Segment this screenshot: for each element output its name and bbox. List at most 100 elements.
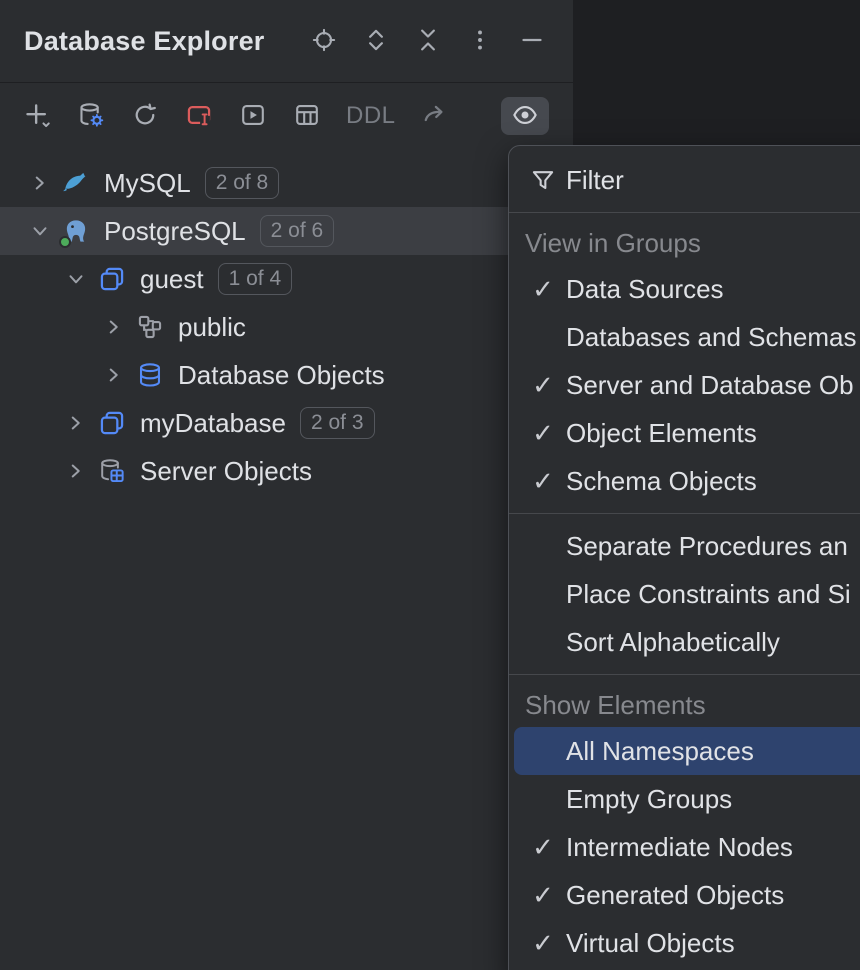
menu-item-label: Databases and Schemas [566,322,857,353]
menu-separator [509,212,860,213]
navigate-arrow-icon [421,101,449,132]
menu-item-separate-procedures[interactable]: Separate Procedures an [509,522,860,570]
menu-item-label: Separate Procedures an [566,531,848,562]
chevron-right-icon[interactable] [102,315,126,339]
menu-item-all-namespaces[interactable]: All Namespaces [514,727,860,775]
plus-icon [23,101,51,132]
query-console-button[interactable] [184,101,214,131]
count-badge: 2 of 3 [300,407,375,439]
menu-item-empty-groups[interactable]: Empty Groups [509,775,860,823]
menu-item-server-and-database-objects[interactable]: ✓ Server and Database Ob [509,361,860,409]
database-tree: MySQL 2 of 8 PostgreSQL 2 of 6 guest 1 o… [0,149,573,495]
check-icon: ✓ [529,881,557,909]
tree-row-guest[interactable]: guest 1 of 4 [0,255,573,303]
database-node-icon [98,265,126,293]
database-explorer-panel: Database Explorer [0,0,573,970]
menu-item-label: Generated Objects [566,880,784,911]
panel-titlebar: Database Explorer [0,0,573,83]
navigate-to-editor-button[interactable] [420,101,450,131]
chevron-right-icon[interactable] [102,363,126,387]
refresh-icon [131,101,159,132]
titlebar-actions [309,26,547,56]
menu-item-label: Schema Objects [566,466,757,497]
chevron-right-icon[interactable] [64,411,88,435]
tree-label: PostgreSQL [104,216,246,247]
menu-item-filter[interactable]: Filter [509,156,860,204]
menu-item-data-sources[interactable]: ✓ Data Sources [509,265,860,313]
application-window: Database Explorer [0,0,860,970]
table-view-button[interactable] [292,101,322,131]
chevron-down-icon[interactable] [28,219,52,243]
tree-row-public[interactable]: public [0,303,573,351]
database-node-icon [98,409,126,437]
server-objects-icon [98,457,126,485]
check-icon: ✓ [529,833,557,861]
database-objects-icon [136,361,164,389]
chevron-down-icon[interactable] [64,267,88,291]
chevron-right-icon[interactable] [64,459,88,483]
postgresql-elephant-icon [62,217,90,245]
check-icon: ✓ [529,275,557,303]
menu-item-label: Place Constraints and Si [566,579,851,610]
play-button[interactable] [238,101,268,131]
red-console-cursor-icon [185,101,213,132]
connected-status-dot [59,236,71,248]
menu-header-view-in-groups: View in Groups [509,221,860,265]
menu-item-label: Intermediate Nodes [566,832,793,863]
panel-title: Database Explorer [24,26,265,57]
play-box-icon [239,101,267,132]
menu-item-generated-objects[interactable]: ✓ Generated Objects [509,871,860,919]
menu-item-label: Virtual Objects [566,928,735,959]
check-icon: ✓ [529,419,557,447]
collapse-all-icon [415,27,441,56]
hide-panel-button[interactable] [517,26,547,56]
filter-funnel-icon [529,166,557,194]
more-options-button[interactable] [465,26,495,56]
tree-row-postgresql[interactable]: PostgreSQL 2 of 6 [0,207,573,255]
tree-row-mydatabase[interactable]: myDatabase 2 of 3 [0,399,573,447]
menu-item-label: Sort Alphabetically [566,627,780,658]
database-gear-icon [77,101,105,132]
menu-separator [509,513,860,514]
menu-item-label: Server and Database Ob [566,370,854,401]
tree-row-mysql[interactable]: MySQL 2 of 8 [0,159,573,207]
menu-item-label: Object Elements [566,418,757,449]
eye-icon [511,101,539,132]
locate-button[interactable] [309,26,339,56]
expand-all-icon [363,27,389,56]
view-options-popup: Filter View in Groups ✓ Data Sources Dat… [508,145,860,970]
minimize-icon [519,27,545,56]
menu-item-intermediate-nodes[interactable]: ✓ Intermediate Nodes [509,823,860,871]
count-badge: 2 of 6 [260,215,335,247]
new-item-button[interactable] [22,101,52,131]
collapse-all-button[interactable] [413,26,443,56]
menu-item-label: Empty Groups [566,784,732,815]
tree-row-server-objects[interactable]: Server Objects [0,447,573,495]
expand-all-button[interactable] [361,26,391,56]
menu-item-label: All Namespaces [566,736,754,767]
tree-label: MySQL [104,168,191,199]
view-options-button[interactable] [501,97,549,135]
check-icon: ✓ [529,929,557,957]
menu-item-databases-and-schemas[interactable]: Databases and Schemas [509,313,860,361]
menu-separator [509,674,860,675]
refresh-button[interactable] [130,101,160,131]
data-source-properties-button[interactable] [76,101,106,131]
menu-item-object-elements[interactable]: ✓ Object Elements [509,409,860,457]
menu-item-place-constraints[interactable]: Place Constraints and Si [509,570,860,618]
chevron-right-icon[interactable] [28,171,52,195]
panel-toolbar: DDL [0,83,573,149]
tree-label: Database Objects [178,360,385,391]
count-badge: 1 of 4 [218,263,293,295]
menu-item-label: Filter [566,165,624,196]
tree-label: guest [140,264,204,295]
check-icon: ✓ [529,467,557,495]
menu-item-sort-alphabetically[interactable]: Sort Alphabetically [509,618,860,666]
mysql-dolphin-icon [62,169,90,197]
tree-row-database-objects[interactable]: Database Objects [0,351,573,399]
kebab-menu-icon [467,27,493,56]
ddl-button[interactable]: DDL [346,102,396,130]
menu-item-label: Data Sources [566,274,724,305]
menu-item-schema-objects[interactable]: ✓ Schema Objects [509,457,860,505]
menu-item-virtual-objects[interactable]: ✓ Virtual Objects [509,919,860,967]
